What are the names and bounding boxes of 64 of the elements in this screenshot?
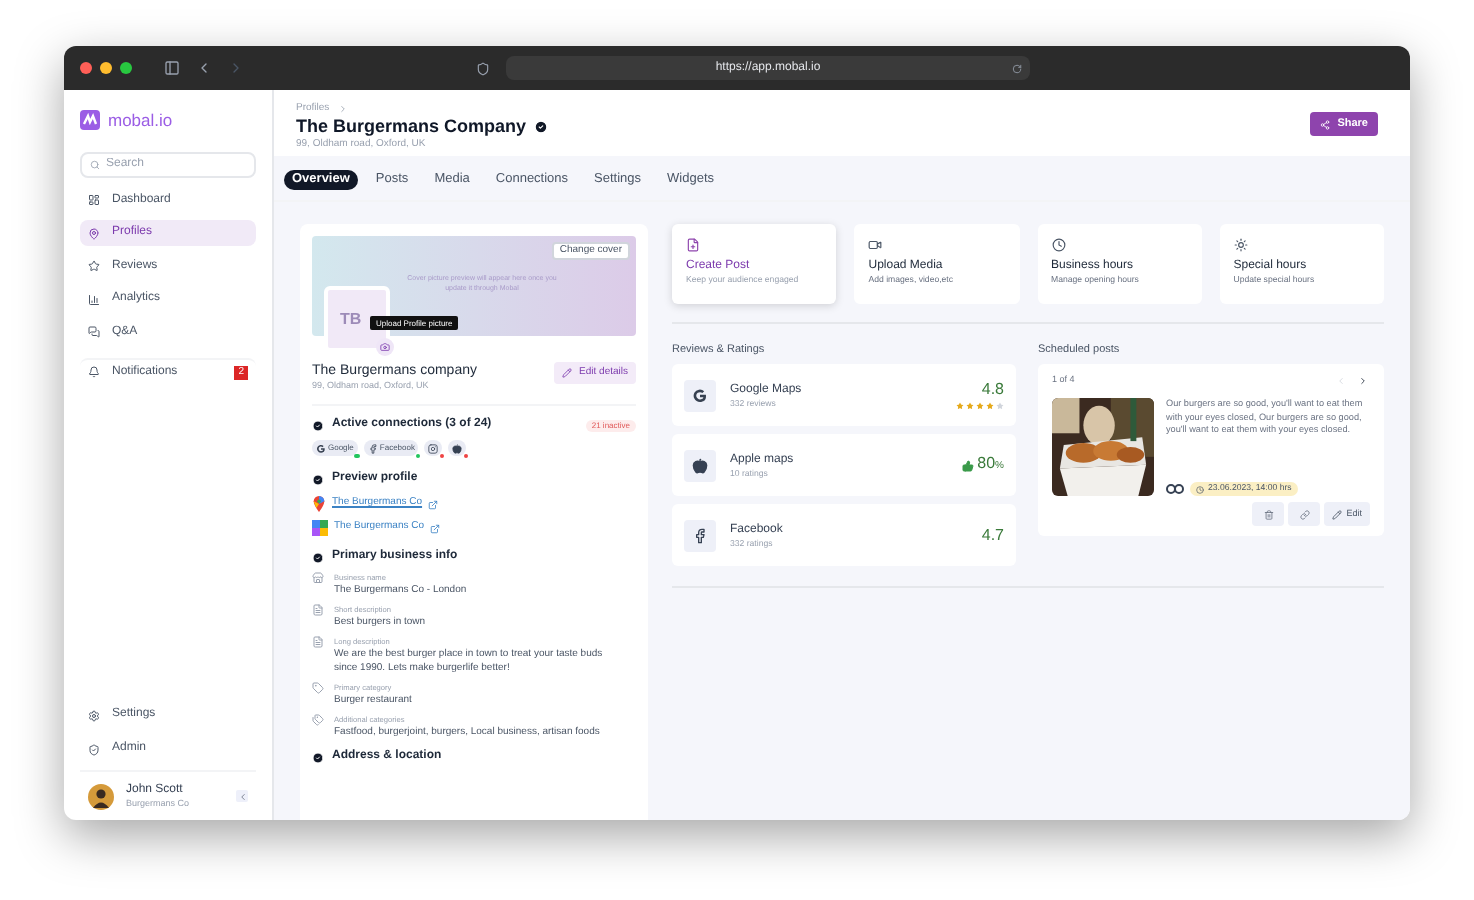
- chart-icon: [88, 293, 100, 306]
- map-pin-icon: [312, 496, 326, 512]
- video-icon: [868, 238, 883, 252]
- avatar-initials: TB: [340, 307, 362, 331]
- pencil-icon: [561, 368, 572, 378]
- logo-icon: [80, 110, 100, 131]
- instagram-icon: [428, 443, 439, 453]
- sun-icon: [1233, 238, 1248, 252]
- chevron-right-icon: [337, 103, 348, 113]
- home-icon: [88, 194, 100, 207]
- check-circle-icon: [312, 751, 324, 763]
- check-circle-icon: [312, 551, 324, 563]
- map-icon: [312, 520, 328, 536]
- bell-icon: [88, 366, 100, 379]
- apple-icon: [692, 457, 708, 473]
- avatar: [88, 783, 114, 809]
- camera-button[interactable]: [376, 338, 394, 356]
- chat-icon: [88, 326, 100, 339]
- external-link-icon: [430, 523, 441, 533]
- thumbs-up-icon: [961, 459, 974, 471]
- minimize-window-icon[interactable]: [100, 62, 112, 74]
- connection-chip[interactable]: [448, 440, 467, 456]
- next-button[interactable]: [1356, 374, 1370, 388]
- share-icon: [1319, 119, 1330, 129]
- google-icon: [316, 443, 326, 453]
- check-circle-icon: [312, 473, 324, 485]
- file-plus-icon: [686, 238, 700, 252]
- chevron-left-icon: [1336, 376, 1346, 386]
- star-icon: [88, 260, 100, 273]
- link-icon: [1299, 509, 1310, 519]
- chevron-left-icon: [237, 791, 247, 801]
- tags-icon: [312, 714, 324, 726]
- camera-icon: [380, 342, 390, 352]
- document-icon: [312, 636, 324, 648]
- settings-icon: [88, 709, 100, 721]
- clock-icon: [1051, 238, 1065, 252]
- page-title: The Burgermans Company: [296, 116, 527, 138]
- document-icon: [312, 604, 324, 616]
- connection-chip[interactable]: [424, 440, 443, 456]
- back-icon[interactable]: [196, 60, 212, 76]
- apple-icon: [452, 443, 463, 453]
- chevron-right-icon: [1358, 376, 1368, 386]
- pencil-icon: [1332, 509, 1343, 519]
- search-icon: [90, 159, 100, 170]
- close-window-icon[interactable]: [80, 62, 92, 74]
- maximize-window-icon[interactable]: [120, 62, 132, 74]
- map-pin-icon: [88, 227, 100, 240]
- google-icon: [692, 387, 708, 403]
- rating-score: 4.8: [981, 380, 1004, 400]
- facebook-icon: [367, 443, 378, 453]
- reload-icon[interactable]: [1012, 63, 1022, 73]
- store-icon: [312, 572, 324, 584]
- external-link-icon: [428, 499, 439, 509]
- sidebar-toggle-icon[interactable]: [164, 60, 180, 76]
- tag-icon: [312, 682, 324, 694]
- trash-icon: [1263, 509, 1274, 519]
- verified-icon: [534, 120, 549, 134]
- check-circle-icon: [312, 419, 324, 431]
- shield-icon[interactable]: [476, 61, 490, 75]
- clock-icon: [1196, 485, 1204, 493]
- shield-check-icon: [88, 743, 100, 755]
- rating-score: 4.7: [981, 525, 1004, 545]
- logo-text: mobal.io: [108, 108, 173, 134]
- facebook-icon: [692, 527, 708, 543]
